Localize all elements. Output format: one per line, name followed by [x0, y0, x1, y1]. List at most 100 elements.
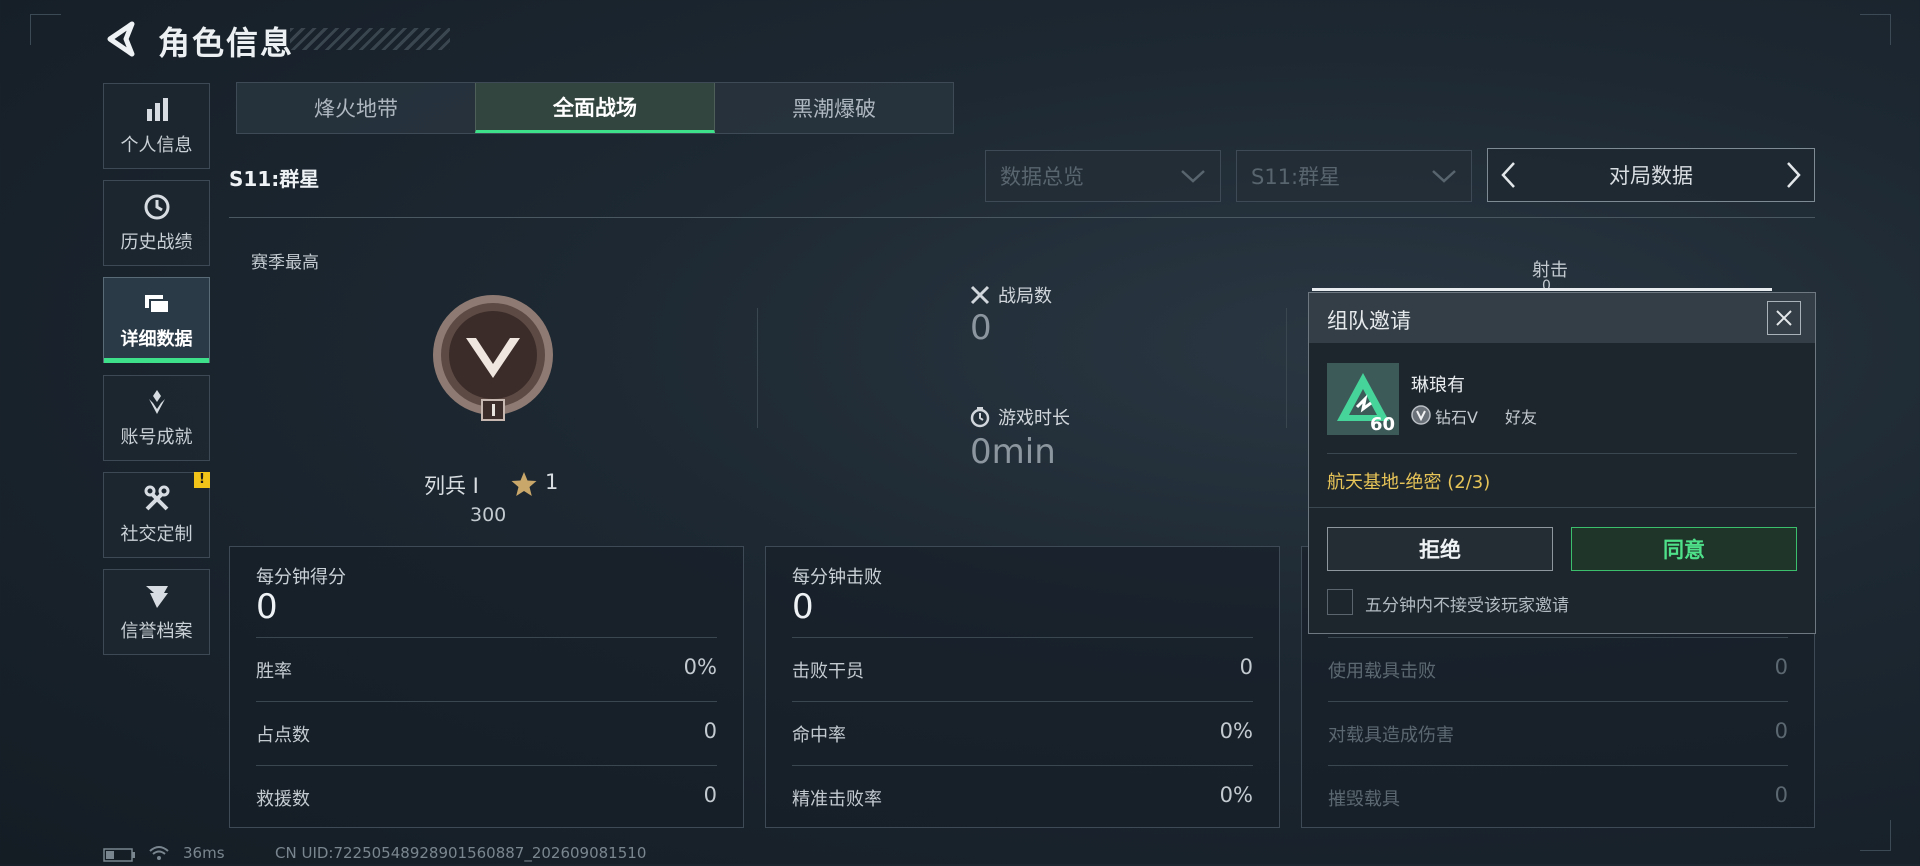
mute-invites-checkbox[interactable]	[1327, 589, 1353, 615]
reject-button[interactable]: 拒绝	[1327, 527, 1553, 571]
row-label: 精准击败率	[792, 789, 882, 810]
frame-corner-top-right	[1860, 14, 1891, 45]
close-icon	[1776, 310, 1792, 326]
row-label: 对载具造成伤害	[1328, 725, 1454, 746]
notification-badge: !	[194, 472, 210, 488]
row-divider	[1328, 637, 1788, 638]
row-divider	[792, 637, 1253, 638]
row-divider	[256, 701, 717, 702]
chevron-right-icon	[1787, 162, 1801, 188]
mute-invites-label: 五分钟内不接受该玩家邀请	[1365, 596, 1569, 616]
tools-icon	[144, 485, 169, 511]
row-value: 0%	[1219, 719, 1253, 743]
sidebar-item-label: 历史战绩	[120, 232, 193, 253]
row-value: 0	[1239, 655, 1253, 679]
chevron-down-icon	[1432, 170, 1456, 183]
pager-label: 对局数据	[1609, 164, 1693, 188]
pager-prev-button[interactable]	[1488, 149, 1528, 201]
stats-divider	[757, 308, 758, 428]
matches-value: 0	[970, 308, 992, 348]
uid-text: CN UID:72250548928901560887_202609081510	[275, 844, 647, 862]
rank-badge-icon	[433, 295, 553, 421]
sidebar-item-reputation[interactable]: 信誉档案	[103, 569, 210, 655]
sidebar-item-achievements[interactable]: 账号成就	[103, 375, 210, 461]
history-clock-icon	[144, 194, 169, 220]
kill-stats-card: 每分钟击败 0 击败干员 0 命中率 0% 精准击败率 0%	[765, 546, 1280, 828]
team-invite-dialog: 组队邀请 60 琳琅有 钻石V 好友 航天基地-绝密 (2/3) 拒绝 同意 五…	[1308, 292, 1816, 634]
page-title: 角色信息	[158, 24, 295, 62]
row-label: 占点数	[256, 725, 310, 746]
row-label: 胜率	[256, 661, 292, 682]
avatar: 60	[1327, 363, 1399, 435]
sidebar-item-label: 信誉档案	[120, 621, 193, 642]
season-best-label: 赛季最高	[251, 253, 319, 273]
dropdown-value: 数据总览	[1000, 165, 1084, 189]
player-name: 琳琅有	[1411, 375, 1465, 396]
avatar-level: 60	[1369, 414, 1395, 435]
row-divider	[792, 765, 1253, 766]
stats-divider	[1286, 308, 1287, 428]
section-divider	[229, 217, 1815, 218]
folders-icon	[144, 295, 170, 314]
rank-name: 列兵 I	[424, 474, 479, 498]
sidebar-item-label: 账号成就	[120, 427, 193, 448]
season-label: S11:群星	[229, 167, 320, 191]
player-relation: 好友	[1505, 408, 1538, 427]
dropdown-value: S11:群星	[1251, 165, 1341, 189]
medal-icon	[148, 390, 165, 414]
rank-star-count: 1	[545, 470, 559, 494]
close-button[interactable]	[1767, 301, 1801, 335]
matches-label: 战局数	[998, 286, 1052, 307]
playtime-label: 游戏时长	[998, 408, 1070, 429]
dialog-header: 组队邀请	[1309, 293, 1815, 343]
sidebar-item-personal-info[interactable]: 个人信息	[103, 83, 210, 169]
pager-next-button[interactable]	[1774, 149, 1814, 201]
row-value: 0	[1774, 719, 1788, 743]
sidebar-item-label: 社交定制	[120, 524, 193, 545]
accept-button[interactable]: 同意	[1571, 527, 1797, 571]
rank-icon	[1411, 405, 1431, 425]
chevron-down-icon	[1181, 170, 1205, 183]
row-divider	[256, 637, 717, 638]
rank-emblem	[430, 292, 556, 424]
row-value: 0%	[1219, 783, 1253, 807]
row-value: 0%	[683, 655, 717, 679]
chevron-left-icon	[1501, 162, 1515, 188]
crossed-swords-icon	[969, 284, 991, 306]
row-label: 摧毁载具	[1328, 789, 1400, 810]
sidebar-item-history[interactable]: 历史战绩	[103, 180, 210, 266]
row-divider	[1328, 765, 1788, 766]
playtime-value: 0min	[970, 432, 1056, 472]
frame-corner-top-left	[30, 14, 61, 45]
dialog-divider	[1327, 453, 1797, 454]
dialog-divider	[1309, 507, 1815, 508]
mode-tabs: 烽火地带 全面战场 黑潮爆破	[236, 82, 954, 134]
data-type-pager: 对局数据	[1487, 148, 1815, 202]
row-divider	[256, 765, 717, 766]
card-value: 0	[792, 587, 814, 627]
row-label: 命中率	[792, 725, 846, 746]
back-button[interactable]	[104, 20, 140, 58]
card-title: 每分钟得分	[256, 567, 346, 588]
season-dropdown[interactable]: S11:群星	[1236, 150, 1472, 202]
battery-icon	[103, 847, 137, 862]
row-label: 使用载具击败	[1328, 661, 1436, 682]
title-decoration	[290, 28, 450, 50]
mission-info: 航天基地-绝密 (2/3)	[1327, 472, 1491, 493]
sidebar-item-detailed-data[interactable]: 详细数据	[103, 277, 210, 363]
tab-conflict-zone[interactable]: 烽火地带	[237, 83, 475, 133]
card-title: 每分钟击败	[792, 567, 882, 588]
wifi-icon	[148, 845, 170, 861]
row-value: 0	[1774, 655, 1788, 679]
row-value: 0	[1774, 783, 1788, 807]
dialog-title: 组队邀请	[1327, 309, 1411, 333]
view-dropdown[interactable]: 数据总览	[985, 150, 1221, 202]
sidebar-item-label: 详细数据	[120, 329, 193, 350]
row-value: 0	[703, 783, 717, 807]
sidebar-item-social-custom[interactable]: 社交定制 !	[103, 472, 210, 558]
ping-value: 36ms	[183, 844, 225, 862]
sidebar-item-label: 个人信息	[120, 135, 193, 156]
tab-full-battlefield[interactable]: 全面战场	[475, 83, 715, 133]
star-icon	[510, 470, 538, 498]
tab-dark-tide[interactable]: 黑潮爆破	[715, 83, 953, 133]
